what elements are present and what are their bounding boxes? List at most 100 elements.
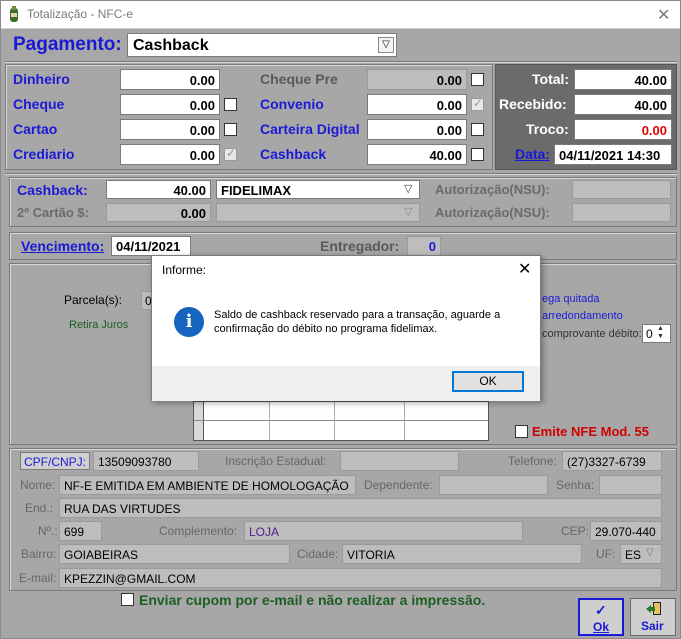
senha-input[interactable] <box>599 475 662 495</box>
provider-selected: FIDELIMAX <box>221 183 292 198</box>
cep-input[interactable]: 29.070-440 <box>590 521 662 541</box>
cartao-checkbox[interactable] <box>224 123 237 136</box>
info-icon: i <box>174 307 204 337</box>
provider2-select[interactable]: ▽ <box>216 203 420 222</box>
senha-label: Senha: <box>556 478 595 492</box>
bairro-label: Bairro: <box>21 547 57 561</box>
dialog-close-icon[interactable]: ✕ <box>518 259 531 279</box>
end-input[interactable]: RUA DAS VIRTUDES <box>59 498 662 518</box>
dinheiro-input[interactable]: 0.00 <box>120 69 220 90</box>
ie-label: Inscrição Estadual: <box>225 454 327 468</box>
divider <box>5 61 677 63</box>
emite-nfe-label[interactable]: Emite NFE Mod. 55 <box>532 424 649 439</box>
enviar-email-checkbox[interactable] <box>121 593 134 606</box>
autorizacao-label: Autorização(NSU): <box>435 182 550 197</box>
recebido-value: 40.00 <box>574 94 672 115</box>
cpf-cnpj-button[interactable]: CPF/CNPJ: <box>20 452 90 470</box>
dialog-ok-button[interactable]: OK <box>452 371 524 392</box>
nome-input[interactable]: NF-E EMITIDA EM AMBIENTE DE HOMOLOGAÇÃO <box>59 475 356 495</box>
parcelas-grid[interactable] <box>193 401 489 441</box>
comprovante-value: 0 <box>646 327 653 341</box>
num-input[interactable]: 699 <box>59 521 102 541</box>
cpf-cnpj-input[interactable]: 13509093780 <box>93 451 199 471</box>
cartao-input[interactable]: 0.00 <box>120 119 220 140</box>
crediario-checkbox[interactable] <box>224 146 237 161</box>
bairro-input[interactable]: GOIABEIRAS <box>59 544 290 564</box>
grid-line <box>194 420 488 421</box>
cheque-input[interactable]: 0.00 <box>120 94 220 115</box>
informe-dialog: Informe: ✕ i Saldo de cashback reservado… <box>151 255 541 401</box>
end-label: End.: <box>25 501 54 515</box>
arredondamento-label[interactable]: arredondamento <box>542 310 623 322</box>
autorizacao2-input[interactable] <box>572 203 671 222</box>
retira-juros-label[interactable]: Retira Juros <box>69 319 128 331</box>
cashback-checkbox[interactable] <box>471 148 484 161</box>
uf-label: UF: <box>596 547 616 561</box>
sair-button[interactable]: Sair <box>630 598 676 636</box>
dinheiro-label: Dinheiro <box>13 71 70 87</box>
chevron-down-icon[interactable]: ▽ <box>404 205 412 218</box>
carteira-digital-checkbox[interactable] <box>471 123 484 136</box>
crediario-input[interactable]: 0.00 <box>120 144 220 165</box>
cheque-pre-input[interactable]: 0.00 <box>367 69 467 90</box>
email-input[interactable]: KPEZZIN@GMAIL.COM <box>59 568 662 588</box>
entregador-input[interactable]: 0 <box>407 236 441 256</box>
carteira-digital-input[interactable]: 0.00 <box>367 119 467 140</box>
totalizacao-window: Totalização - NFC-e ✕ Pagamento: Cashbac… <box>0 0 681 639</box>
uf-selected: ES <box>625 548 642 562</box>
segundo-cartao-label: 2º Cartão $: <box>17 205 89 220</box>
chevron-down-icon[interactable]: ▽ <box>404 182 412 195</box>
provider-select[interactable]: FIDELIMAX ▽ <box>216 180 420 199</box>
num-label: Nº.: <box>38 524 58 538</box>
dialog-message: Saldo de cashback reservado para a trans… <box>214 309 501 335</box>
app-icon <box>10 6 18 22</box>
emite-nfe-checkbox[interactable] <box>515 425 528 438</box>
exit-door-icon <box>646 602 661 615</box>
window-close-icon[interactable]: ✕ <box>657 5 670 25</box>
entregador-label: Entregador: <box>320 238 400 254</box>
complemento-input[interactable]: LOJA <box>244 521 523 541</box>
chevron-down-icon[interactable]: ▽ <box>378 37 394 53</box>
pagamento-select[interactable]: Cashback ▽ <box>127 33 397 57</box>
sair-button-label: Sair <box>641 619 664 633</box>
cheque-label: Cheque <box>13 96 65 112</box>
grid-line <box>404 402 405 440</box>
vencimento-input[interactable]: 04/11/2021 <box>111 236 191 256</box>
cheque-pre-checkbox[interactable] <box>471 73 484 86</box>
troco-label: Troco: <box>526 121 569 137</box>
cheque-pre-label: Cheque Pre <box>260 71 338 87</box>
dependente-input[interactable] <box>439 475 548 495</box>
email-label: E-mail: <box>19 571 57 585</box>
entrega-quitada-label[interactable]: ega quitada <box>542 293 600 305</box>
comprovante-stepper[interactable]: 0 ▲ ▼ <box>642 324 671 343</box>
ok-button[interactable]: ✓ Ok <box>578 598 624 636</box>
cashback-input[interactable]: 40.00 <box>367 144 467 165</box>
comprovante-label: comprovante débito: <box>542 328 642 340</box>
segundo-cartao-value[interactable]: 0.00 <box>106 203 211 222</box>
cartao-label: Cartao <box>13 121 58 137</box>
cep-label: CEP: <box>561 524 590 538</box>
chevron-down-icon[interactable]: ▽ <box>646 547 654 558</box>
cheque-checkbox[interactable] <box>224 98 237 111</box>
divider <box>5 173 677 175</box>
ie-input[interactable] <box>340 451 459 471</box>
recebido-label: Recebido: <box>499 96 567 112</box>
telefone-input[interactable]: (27)3327-6739 <box>562 451 662 471</box>
grid-line <box>334 402 335 440</box>
checkmark-icon: ✓ <box>595 602 607 618</box>
convenio-label: Convenio <box>260 96 324 112</box>
carteira-digital-label: Carteira Digital <box>260 121 360 137</box>
convenio-input[interactable]: 0.00 <box>367 94 467 115</box>
cashback-section-value[interactable]: 40.00 <box>106 180 211 199</box>
data-label: Data: <box>515 146 551 162</box>
cidade-input[interactable]: VITORIA <box>342 544 582 564</box>
ok-button-label: Ok <box>593 620 610 634</box>
stepper-arrows-icon[interactable]: ▲ ▼ <box>657 325 664 341</box>
dialog-title: Informe: <box>162 263 207 277</box>
enviar-email-label[interactable]: Enviar cupom por e-mail e não realizar a… <box>139 592 485 608</box>
parcela-label: Parcela(s): <box>64 293 123 307</box>
autorizacao-input[interactable] <box>572 180 671 199</box>
nome-label: Nome: <box>20 478 56 492</box>
uf-select[interactable]: ES ▽ <box>620 544 662 564</box>
convenio-checkbox[interactable] <box>471 96 484 111</box>
